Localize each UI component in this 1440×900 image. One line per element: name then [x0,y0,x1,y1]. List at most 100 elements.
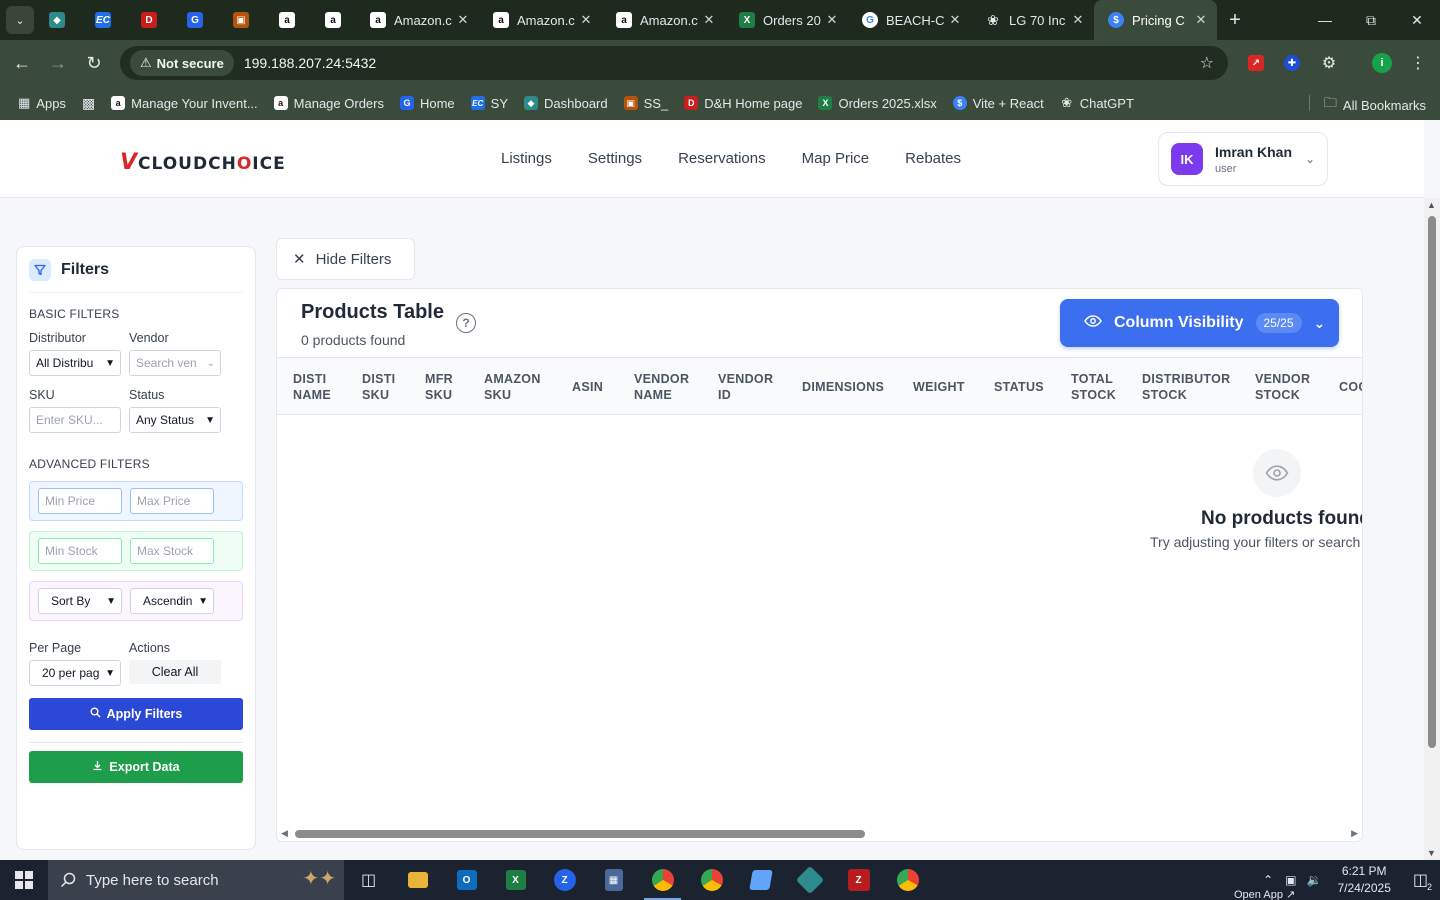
browser-tab[interactable]: X Orders 20 ✕ [725,0,848,40]
outlook-icon[interactable]: O [442,860,491,900]
chrome-icon[interactable] [638,860,687,900]
sort-by-select[interactable]: Sort By ▼ [38,588,122,614]
windows-start-button[interactable] [0,860,48,900]
browser-tab[interactable]: a Amazon.c ✕ [479,0,602,40]
sort-order-select[interactable]: Ascendin ▼ [130,588,214,614]
excel-app-icon[interactable]: X [491,860,540,900]
open-app-label[interactable]: Open App ↗ [1234,888,1295,900]
bookmark-item[interactable]: D D&H Home page [684,96,802,111]
bookmark-item[interactable]: a Manage Orders [273,96,384,111]
bookmark-item[interactable]: G Home [399,96,455,111]
bookmark-apps[interactable]: ▦ Apps [18,95,66,111]
per-page-select[interactable]: 20 per pag ▼ [29,660,121,686]
network-icon[interactable]: ▣ [1285,873,1296,887]
status-select[interactable]: Any Status ▼ [129,407,221,433]
kebab-menu-icon[interactable]: ⋮ [1403,48,1433,78]
nav-rebates[interactable]: Rebates [905,150,961,167]
pinned-tab[interactable]: G [172,0,218,40]
column-header[interactable]: VENDOR ID [718,371,773,403]
new-tab-button[interactable]: + [1217,9,1253,32]
notifications-icon[interactable]: ◫ 2 [1413,870,1432,892]
task-view-icon[interactable]: ◫ [344,860,393,900]
column-header[interactable]: DISTI NAME [293,371,331,403]
close-tab-icon[interactable]: ✕ [1070,12,1086,28]
filezilla-icon[interactable]: Z [834,860,883,900]
column-header[interactable]: COG [1339,379,1362,395]
close-tab-icon[interactable]: ✕ [824,12,840,28]
vendor-search-input[interactable]: Search ven ⌄ [129,350,221,376]
column-header[interactable]: DIMENSIONS [802,379,884,395]
bookmark-item[interactable]: a Manage Your Invent... [111,96,258,111]
column-header[interactable]: DISTRIBUTOR STOCK [1142,371,1231,403]
bookmark-item[interactable]: X Orders 2025.xlsx [818,96,937,111]
scrollbar-thumb[interactable] [295,830,865,838]
min-stock-input[interactable]: Min Stock [38,538,122,564]
file-explorer-icon[interactable] [393,860,442,900]
pinned-tab[interactable]: ◆ [34,0,80,40]
zoho-icon[interactable]: Z [540,860,589,900]
vertical-scrollbar[interactable]: ▲ ▼ [1424,198,1440,860]
hide-filters-button[interactable]: ✕ Hide Filters [276,238,415,280]
security-chip[interactable]: ⚠ Not secure [130,50,234,76]
browser-tab[interactable]: a Amazon.c ✕ [356,0,479,40]
column-header[interactable]: VENDOR STOCK [1255,371,1310,403]
bookmark-star-icon[interactable]: ☆ [1200,53,1214,73]
nav-map-price[interactable]: Map Price [802,150,870,167]
scroll-down-icon[interactable]: ▼ [1427,848,1436,858]
column-visibility-button[interactable]: Column Visibility 25/25 ⌄ [1060,299,1339,347]
pdf-extension-icon[interactable]: ↗ [1241,48,1271,78]
scrollbar-thumb[interactable] [1428,216,1436,748]
clear-all-button[interactable]: Clear All [129,660,221,684]
browser-tab[interactable]: ❀ LG 70 Inc ✕ [971,0,1094,40]
back-icon[interactable]: ← [4,45,40,81]
calculator-icon[interactable]: ▦ [589,860,638,900]
close-tab-icon[interactable]: ✕ [1193,12,1209,28]
tab-search-button[interactable]: ⌄ [6,6,34,34]
bookmark-item[interactable]: ❀ ChatGPT [1060,95,1134,111]
minimize-icon[interactable]: — [1302,0,1348,40]
column-header[interactable]: VENDOR NAME [634,371,689,403]
column-header[interactable]: DISTI SKU [362,371,395,403]
close-tab-icon[interactable]: ✕ [578,12,594,28]
chrome-profile-icon[interactable] [687,860,736,900]
volume-icon[interactable]: 🔉 [1307,873,1322,887]
help-icon[interactable]: ? [456,313,476,333]
close-tab-icon[interactable]: ✕ [455,12,471,28]
bookmark-item[interactable]: ▣ SS_ [623,96,668,111]
column-header[interactable]: AMAZON SKU [484,371,541,403]
column-header[interactable]: MFR SKU [425,371,453,403]
column-header[interactable]: WEIGHT [913,379,965,395]
chrome-alt-icon[interactable] [883,860,932,900]
diamond-app-icon[interactable] [785,860,834,900]
browser-tab[interactable]: G BEACH-C ✕ [848,0,971,40]
address-bar[interactable]: ⚠ Not secure 199.188.207.24:5432 ☆ [120,46,1228,80]
pinned-tab[interactable]: a [264,0,310,40]
cloudchoice-logo[interactable]: VCLOUDCHOICE [120,150,286,175]
apply-filters-button[interactable]: Apply Filters [29,698,243,730]
column-header[interactable]: TOTAL STOCK [1071,371,1116,403]
bookmark-item[interactable]: EC SY [470,96,508,111]
reload-icon[interactable]: ↻ [76,45,112,81]
nav-settings[interactable]: Settings [588,150,642,167]
scroll-right-icon[interactable]: ▶ [1351,828,1358,839]
pinned-tab[interactable]: a [310,0,356,40]
taskbar-clock[interactable]: 6:21 PM 7/24/2025 [1337,863,1390,897]
distributor-select[interactable]: All Distribu ▼ [29,350,121,376]
scroll-left-icon[interactable]: ◀ [281,828,288,839]
min-price-input[interactable]: Min Price [38,488,122,514]
close-tab-icon[interactable]: ✕ [701,12,717,28]
pinned-tab[interactable]: D [126,0,172,40]
user-menu[interactable]: IK Imran Khan user ⌄ [1158,132,1328,186]
max-stock-input[interactable]: Max Stock [130,538,214,564]
bookmark-tab-groups[interactable]: ▩ [82,95,95,112]
close-tab-icon[interactable]: ✕ [947,12,963,28]
sku-input[interactable]: Enter SKU... [29,407,121,433]
forward-icon[interactable]: → [40,45,76,81]
tray-chevron-up-icon[interactable]: ⌃ [1263,873,1273,887]
max-price-input[interactable]: Max Price [130,488,214,514]
browser-tab-active[interactable]: $ Pricing C ✕ [1094,0,1217,40]
taskbar-search-input[interactable]: Type here to search ✦✦ [48,860,344,900]
pinned-tab[interactable]: ▣ [218,0,264,40]
url-text[interactable]: 199.188.207.24:5432 [244,55,376,71]
extensions-puzzle-icon[interactable]: ⚙ [1314,48,1344,78]
